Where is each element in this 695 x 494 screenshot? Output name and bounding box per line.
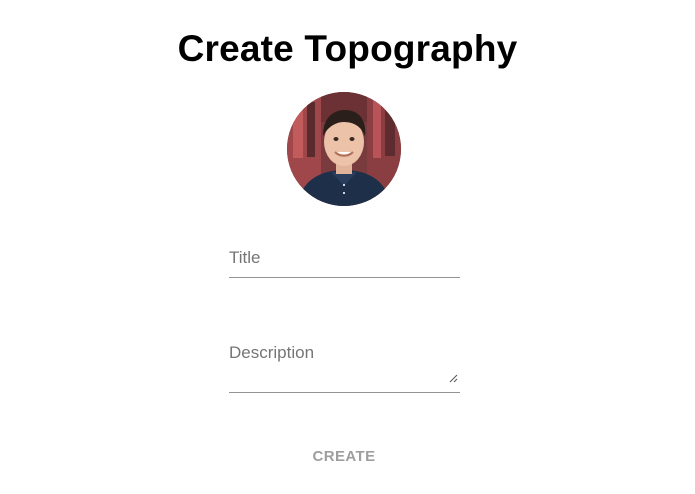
title-input[interactable]: [229, 246, 460, 276]
description-input[interactable]: [229, 341, 460, 391]
resize-handle-icon[interactable]: [449, 374, 458, 383]
description-field[interactable]: Description: [229, 341, 460, 394]
avatar: [287, 92, 401, 206]
user-photo-icon: [287, 92, 401, 206]
page-title: Create Topography: [177, 28, 518, 69]
title-underline: [229, 277, 460, 278]
description-underline: [229, 392, 460, 393]
title-field[interactable]: Title: [229, 246, 460, 278]
create-button[interactable]: CREATE: [297, 440, 391, 472]
create-topography-page: Create Topography Title Description CREA…: [0, 0, 695, 494]
